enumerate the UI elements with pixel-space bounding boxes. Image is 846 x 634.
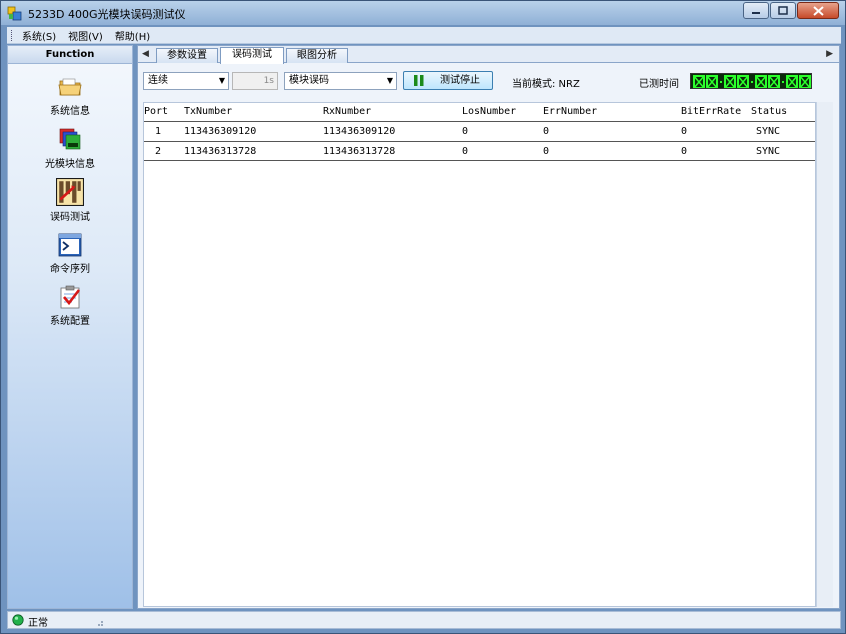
sidebar-item-label: 系统配置 xyxy=(50,316,90,327)
close-button[interactable] xyxy=(797,2,839,19)
sidebar-item-label: 误码测试 xyxy=(50,212,90,223)
status-bar: 正常 xyxy=(7,611,841,629)
mode-select-value: 连续 xyxy=(148,75,168,86)
lcd-digits xyxy=(693,75,811,88)
duration-value: 1s xyxy=(263,76,274,86)
col-header-errnumber[interactable]: ErrNumber xyxy=(543,106,597,117)
cell-port: 1 xyxy=(155,126,162,137)
test-type-select[interactable]: 模块误码 ▼ xyxy=(284,72,397,90)
cell-status: SYNC xyxy=(756,146,781,157)
cell-losnumber: 0 xyxy=(462,126,469,137)
stop-test-button[interactable]: 测试停止 xyxy=(403,71,493,90)
cell-biterrrate: 0 xyxy=(681,146,688,157)
menu-help[interactable]: 帮助(H) xyxy=(109,28,156,43)
module-stack-icon xyxy=(59,128,81,150)
cell-losnumber: 0 xyxy=(462,146,469,157)
col-header-status[interactable]: Status xyxy=(751,106,787,117)
resize-grip-icon[interactable] xyxy=(94,617,104,627)
test-type-value: 模块误码 xyxy=(289,75,329,86)
col-header-losnumber[interactable]: LosNumber xyxy=(462,106,516,117)
status-text: 正常 xyxy=(28,618,48,629)
col-header-txnumber[interactable]: TxNumber xyxy=(184,106,232,117)
elapsed-time-label: 已测时间 xyxy=(639,79,679,90)
title-bar[interactable]: 5233D 400G光模块误码测试仪 xyxy=(1,1,845,25)
mode-select[interactable]: 连续 ▼ xyxy=(143,72,229,90)
clipboard-check-icon xyxy=(60,285,81,309)
cell-rxnumber: 113436313728 xyxy=(323,146,396,157)
sidebar-item-system-info[interactable]: 系统信息 xyxy=(8,74,132,117)
window-title: 5233D 400G光模块误码测试仪 xyxy=(28,8,186,21)
sidebar-item-label: 光模块信息 xyxy=(45,159,95,170)
col-header-rxnumber[interactable]: RxNumber xyxy=(323,106,371,117)
test-toolbar: 连续 ▼ 1s 模块误码 ▼ 测试停止 当前模式: NRZ 已测时间 xyxy=(138,68,839,94)
cell-rxnumber: 113436309120 xyxy=(323,126,396,137)
maximize-icon xyxy=(778,6,788,15)
menu-bar: 系统(S) 视图(V) 帮助(H) xyxy=(7,27,841,44)
tab-label: 眼图分析 xyxy=(297,50,337,61)
duration-input[interactable]: 1s xyxy=(232,72,278,90)
table-row[interactable]: 1 113436309120 113436309120 0 0 0 SYNC xyxy=(144,121,815,141)
pause-icon xyxy=(414,75,424,86)
minimize-icon xyxy=(752,11,760,14)
maximize-button[interactable] xyxy=(770,2,796,19)
main-panel: ◀ 参数设置 误码测试 眼图分析 ▶ 连续 ▼ 1s 模块误码 ▼ 测试停止 当… xyxy=(137,45,840,609)
minimize-button[interactable] xyxy=(743,2,769,19)
command-prompt-icon xyxy=(58,233,82,257)
tab-eye-diagram[interactable]: 眼图分析 xyxy=(286,48,348,63)
sidebar-item-ber-test[interactable]: 误码测试 xyxy=(8,178,132,223)
function-sidebar: Function 系统信息 光模块信息 误码测试 命令序列 系统配置 xyxy=(7,45,133,609)
cell-biterrrate: 0 xyxy=(681,126,688,137)
folder-icon xyxy=(58,78,82,96)
menu-grip xyxy=(11,29,13,41)
cell-errnumber: 0 xyxy=(543,126,550,137)
app-window: 5233D 400G光模块误码测试仪 系统(S) 视图(V) 帮助(H) Fun… xyxy=(0,0,846,634)
cell-txnumber: 113436309120 xyxy=(184,126,257,137)
menu-view[interactable]: 视图(V) xyxy=(62,28,109,43)
col-header-biterrrate[interactable]: BitErrRate xyxy=(681,106,741,117)
ber-test-icon xyxy=(56,178,84,206)
cell-port: 2 xyxy=(155,146,162,157)
menu-system[interactable]: 系统(S) xyxy=(16,28,62,43)
cell-errnumber: 0 xyxy=(543,146,550,157)
sidebar-item-command-sequence[interactable]: 命令序列 xyxy=(8,232,132,275)
table-row[interactable]: 2 113436313728 113436313728 0 0 0 SYNC xyxy=(144,141,815,161)
tab-strip: ◀ 参数设置 误码测试 眼图分析 ▶ xyxy=(138,46,839,64)
sidebar-item-module-info[interactable]: 光模块信息 xyxy=(8,127,132,170)
vertical-scrollbar[interactable] xyxy=(816,102,833,607)
sidebar-item-label: 命令序列 xyxy=(50,264,90,275)
tab-ber-test[interactable]: 误码测试 xyxy=(220,47,284,64)
tab-scroll-left-icon[interactable]: ◀ xyxy=(142,49,149,59)
sidebar-header: Function xyxy=(8,46,132,64)
tab-label: 参数设置 xyxy=(167,50,207,61)
sidebar-item-system-config[interactable]: 系统配置 xyxy=(8,284,132,327)
dropdown-arrow-icon: ▼ xyxy=(386,76,393,85)
close-icon xyxy=(812,5,824,16)
stop-test-label: 测试停止 xyxy=(440,75,480,86)
current-mode-text: 当前模式: NRZ xyxy=(512,79,580,90)
dropdown-arrow-icon: ▼ xyxy=(218,76,225,85)
cell-status: SYNC xyxy=(756,126,781,137)
elapsed-time-display xyxy=(690,73,812,89)
sidebar-item-label: 系统信息 xyxy=(50,106,90,117)
app-icon xyxy=(7,6,22,21)
ber-results-table: Port TxNumber RxNumber LosNumber ErrNumb… xyxy=(143,102,816,607)
tab-label: 误码测试 xyxy=(232,49,272,60)
table-header: Port TxNumber RxNumber LosNumber ErrNumb… xyxy=(144,103,815,121)
status-ok-icon xyxy=(12,614,24,626)
col-header-port[interactable]: Port xyxy=(144,106,168,117)
tab-scroll-right-icon[interactable]: ▶ xyxy=(826,49,833,59)
tab-params[interactable]: 参数设置 xyxy=(156,48,218,63)
cell-txnumber: 113436313728 xyxy=(184,146,257,157)
